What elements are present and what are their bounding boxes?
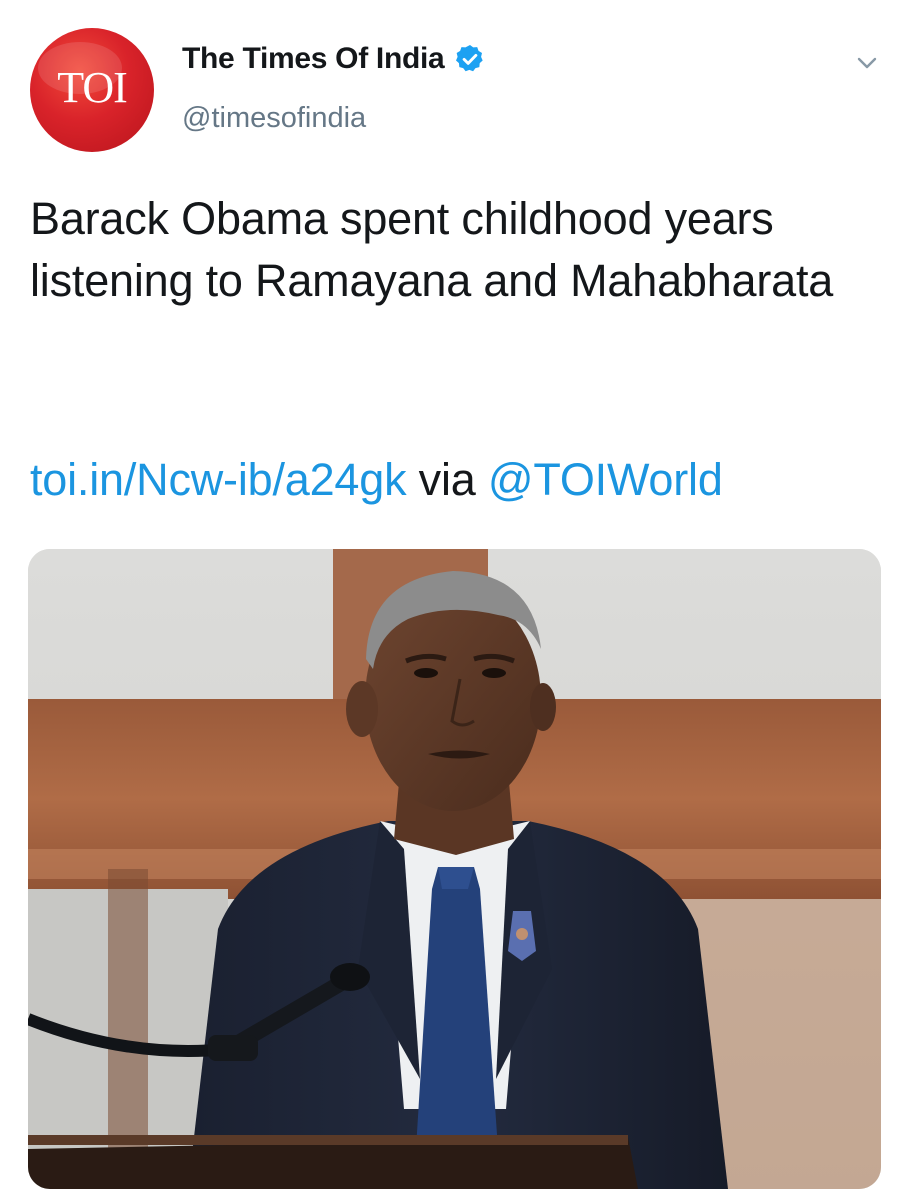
chevron-down-icon[interactable] [852, 48, 882, 78]
mention-link[interactable]: @TOIWorld [488, 454, 723, 505]
tweet-link-row: toi.in/Ncw-ib/a24gk via @TOIWorld [30, 450, 723, 510]
avatar[interactable]: TOI [30, 28, 154, 152]
avatar-logo: TOI [38, 42, 128, 112]
account-name-row[interactable]: The Times Of India [182, 42, 486, 76]
via-text: via [406, 454, 488, 505]
tweet-photo[interactable] [28, 549, 881, 1189]
verified-badge-icon [454, 43, 486, 75]
display-name[interactable]: The Times Of India [182, 42, 445, 76]
account-handle[interactable]: @timesofindia [182, 102, 366, 135]
avatar-text: TOI [57, 63, 127, 112]
tweet-card[interactable]: TOI The Times Of India @timesofindia Bar… [0, 0, 909, 1200]
tweet-text: Barack Obama spent childhood years liste… [30, 193, 834, 306]
article-link[interactable]: toi.in/Ncw-ib/a24gk [30, 454, 407, 505]
speaker-photo [28, 549, 881, 1189]
